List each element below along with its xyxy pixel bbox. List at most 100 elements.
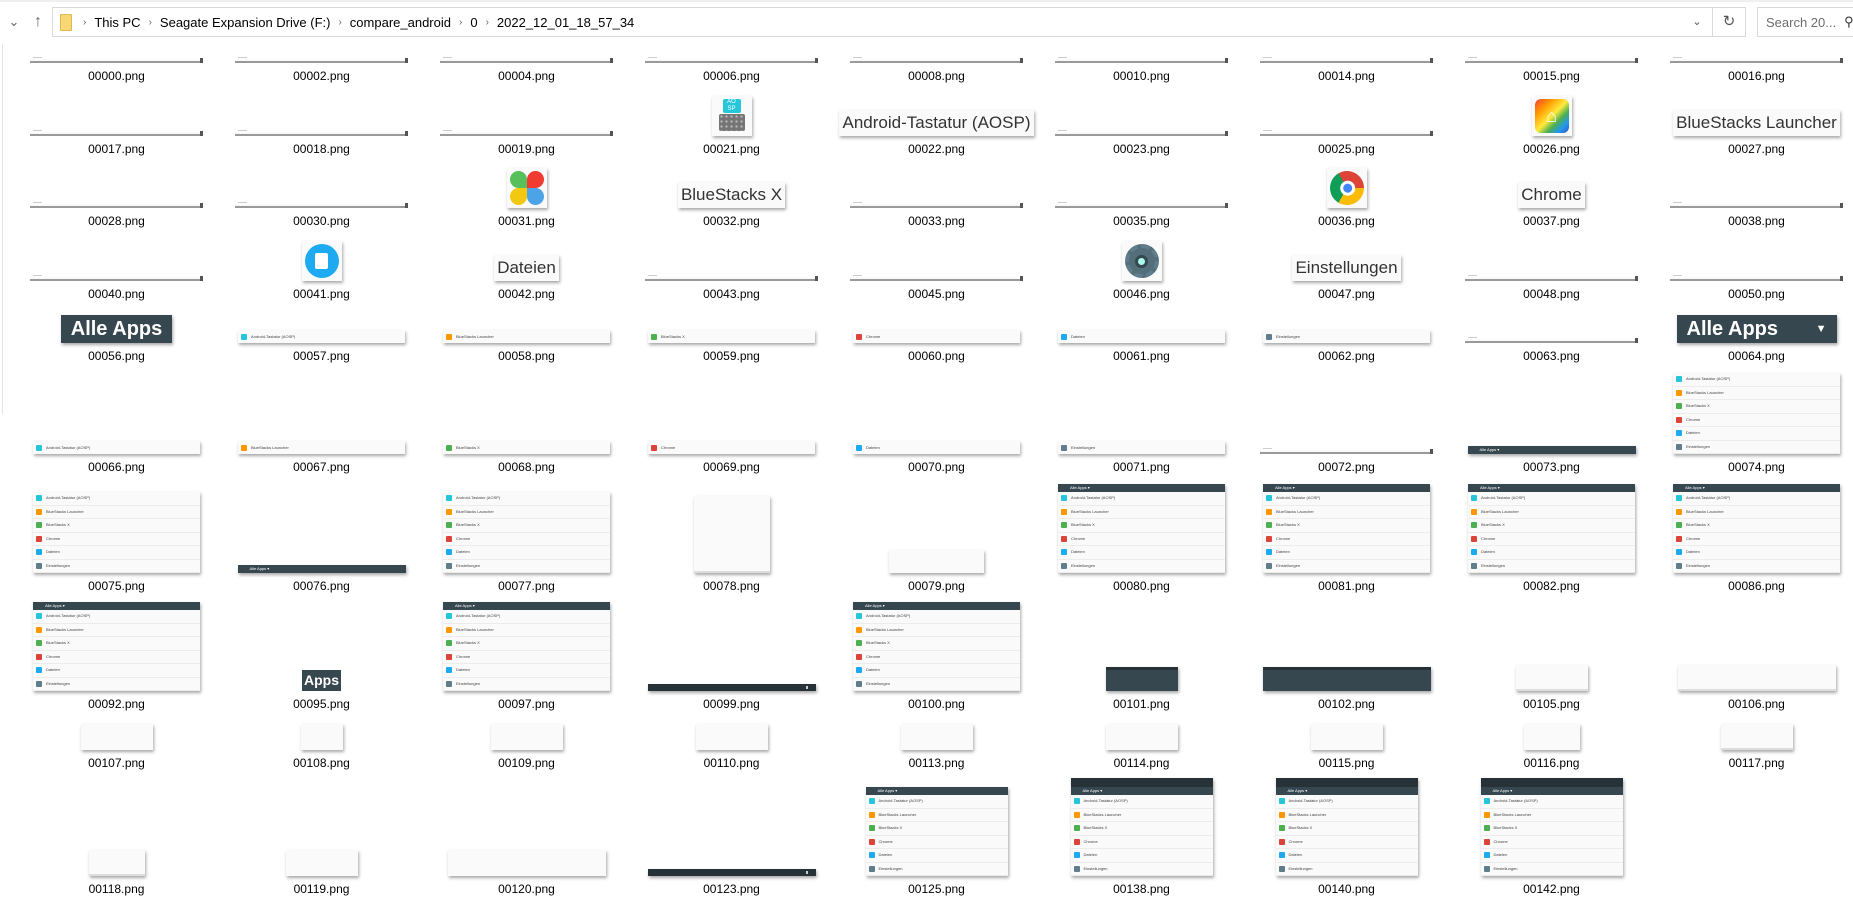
file-name[interactable]: 00042.png xyxy=(498,285,555,303)
file-item[interactable]: Einstellungen 00047.png xyxy=(1244,230,1449,303)
file-name[interactable]: 00073.png xyxy=(1523,458,1580,476)
file-name[interactable]: 00118.png xyxy=(89,880,145,898)
file-name[interactable]: 00106.png xyxy=(1728,695,1785,713)
file-name[interactable]: 00100.png xyxy=(908,695,965,713)
file-item[interactable]: 00114.png xyxy=(1039,713,1244,772)
file-name[interactable]: 00114.png xyxy=(1114,754,1170,772)
chevron-right-icon[interactable]: › xyxy=(149,17,152,28)
file-name[interactable]: 00081.png xyxy=(1318,577,1375,595)
file-item[interactable]: Alle Apps ▾ Android-Tastatur (AOSP) BlueSt… xyxy=(14,595,219,713)
file-item[interactable]: 00118.png xyxy=(14,772,219,898)
file-name[interactable]: 00080.png xyxy=(1113,577,1170,595)
file-item[interactable]: 00015.png xyxy=(1449,44,1654,85)
chevron-down-icon[interactable]: ⌄ xyxy=(5,10,23,34)
file-name[interactable]: 00018.png xyxy=(293,140,350,158)
file-item[interactable]: Einstellungen 00071.png xyxy=(1039,365,1244,476)
file-item[interactable]: 00002.png xyxy=(219,44,424,85)
file-item[interactable]: 00045.png xyxy=(834,230,1039,303)
file-item[interactable]: 00040.png xyxy=(14,230,219,303)
file-item[interactable]: 00025.png xyxy=(1244,85,1449,158)
search-icon[interactable]: ⚲ xyxy=(1844,14,1853,30)
file-item[interactable]: 00106.png xyxy=(1654,595,1853,713)
file-name[interactable]: 00095.png xyxy=(293,695,350,713)
file-name[interactable]: 00040.png xyxy=(88,285,145,303)
file-name[interactable]: 00002.png xyxy=(293,67,350,85)
file-item[interactable]: 00050.png xyxy=(1654,230,1853,303)
file-item[interactable]: 00072.png xyxy=(1244,365,1449,476)
file-name[interactable]: 00048.png xyxy=(1523,285,1580,303)
file-name[interactable]: 00038.png xyxy=(1728,212,1785,230)
file-name[interactable]: 00125.png xyxy=(908,880,965,898)
file-name[interactable]: 00110.png xyxy=(704,754,760,772)
file-name[interactable]: 00101.png xyxy=(1113,695,1170,713)
file-name[interactable]: 00079.png xyxy=(908,577,965,595)
file-item[interactable]: Alle Apps ▾ Android-Tastatur (AOSP) BlueSt… xyxy=(834,595,1039,713)
file-item[interactable]: 00116.png xyxy=(1449,713,1654,772)
file-item[interactable]: Android-Tastatur (AOSP) BlueStacks Launch… xyxy=(1654,365,1853,476)
search-input[interactable]: Search 20... ⚲ xyxy=(1757,7,1853,37)
file-name[interactable]: 00075.png xyxy=(88,577,145,595)
file-name[interactable]: 00057.png xyxy=(293,347,350,365)
file-name[interactable]: 00142.png xyxy=(1523,880,1580,898)
file-name[interactable]: 00060.png xyxy=(908,347,965,365)
file-name[interactable]: 00108.png xyxy=(293,754,350,772)
file-name[interactable]: 00043.png xyxy=(703,285,760,303)
breadcrumb-current-folder[interactable]: 2022_12_01_18_57_34 xyxy=(497,15,634,30)
file-name[interactable]: 00105.png xyxy=(1523,695,1580,713)
file-name[interactable]: 00117.png xyxy=(1729,754,1785,772)
file-name[interactable]: 00000.png xyxy=(88,67,145,85)
file-item[interactable]: 00036.png xyxy=(1244,158,1449,230)
file-name[interactable]: 00078.png xyxy=(703,577,760,595)
chevron-right-icon[interactable]: › xyxy=(83,17,86,28)
file-name[interactable]: 00123.png xyxy=(703,880,760,898)
file-name[interactable]: 00063.png xyxy=(1523,347,1580,365)
file-name[interactable]: 00070.png xyxy=(908,458,965,476)
file-item[interactable]: 00120.png xyxy=(424,772,629,898)
file-name[interactable]: 00113.png xyxy=(909,754,965,772)
file-item[interactable]: Alle Apps ▾ Android-Tastatur (AOSP) BlueSt… xyxy=(1039,772,1244,898)
file-item[interactable]: BlueStacks X 00068.png xyxy=(424,365,629,476)
file-name[interactable]: 00035.png xyxy=(1113,212,1170,230)
file-item[interactable]: Einstellungen 00062.png xyxy=(1244,303,1449,365)
file-item[interactable]: 00115.png xyxy=(1244,713,1449,772)
file-item[interactable]: 00063.png xyxy=(1449,303,1654,365)
file-item[interactable]: BlueStacks X 00032.png xyxy=(629,158,834,230)
file-name[interactable]: 00067.png xyxy=(293,458,350,476)
breadcrumb-compare-android[interactable]: compare_android xyxy=(350,15,451,30)
file-item[interactable]: Alle Apps ▾ Android-Tastatur (AOSP) BlueSt… xyxy=(1244,476,1449,595)
file-item[interactable]: 00041.png xyxy=(219,230,424,303)
file-name[interactable]: 00082.png xyxy=(1523,577,1580,595)
file-item[interactable]: Alle Apps ▾ Android-Tastatur (AOSP) BlueSt… xyxy=(834,772,1039,898)
file-name[interactable]: 00092.png xyxy=(88,695,145,713)
file-name[interactable]: 00027.png xyxy=(1728,140,1785,158)
file-item[interactable]: BlueStacks Launcher 00058.png xyxy=(424,303,629,365)
file-item[interactable]: 00109.png xyxy=(424,713,629,772)
file-name[interactable]: 00072.png xyxy=(1318,458,1375,476)
file-name[interactable]: 00056.png xyxy=(88,347,145,365)
file-item[interactable]: AO SP 00021.png xyxy=(629,85,834,158)
file-item[interactable]: Alle Apps ▾ 00076.png xyxy=(219,476,424,595)
file-name[interactable]: 00047.png xyxy=(1318,285,1375,303)
file-name[interactable]: 00030.png xyxy=(293,212,350,230)
file-name[interactable]: 00062.png xyxy=(1318,347,1375,365)
file-item[interactable]: Chrome 00037.png xyxy=(1449,158,1654,230)
file-item[interactable]: Android-Tastatur (AOSP) 00057.png xyxy=(219,303,424,365)
file-name[interactable]: 00004.png xyxy=(498,67,555,85)
file-name[interactable]: 00074.png xyxy=(1728,458,1785,476)
file-name[interactable]: 00033.png xyxy=(908,212,965,230)
address-bar[interactable]: › This PC › Seagate Expansion Drive (F:)… xyxy=(52,7,1746,37)
file-name[interactable]: 00107.png xyxy=(88,754,145,772)
file-name[interactable]: 00022.png xyxy=(908,140,965,158)
file-item[interactable]: 00035.png xyxy=(1039,158,1244,230)
file-name[interactable]: 00032.png xyxy=(703,212,760,230)
file-item[interactable]: 00123.png xyxy=(629,772,834,898)
file-item[interactable]: 00006.png xyxy=(629,44,834,85)
file-name[interactable]: 00010.png xyxy=(1113,67,1170,85)
chevron-down-icon[interactable]: ⌄ xyxy=(1683,8,1711,36)
file-name[interactable]: 00050.png xyxy=(1728,285,1785,303)
file-name[interactable]: 00017.png xyxy=(88,140,145,158)
file-name[interactable]: 00140.png xyxy=(1318,880,1375,898)
file-item[interactable]: 00048.png xyxy=(1449,230,1654,303)
file-item[interactable]: 00046.png xyxy=(1039,230,1244,303)
file-name[interactable]: 00116.png xyxy=(1524,754,1580,772)
